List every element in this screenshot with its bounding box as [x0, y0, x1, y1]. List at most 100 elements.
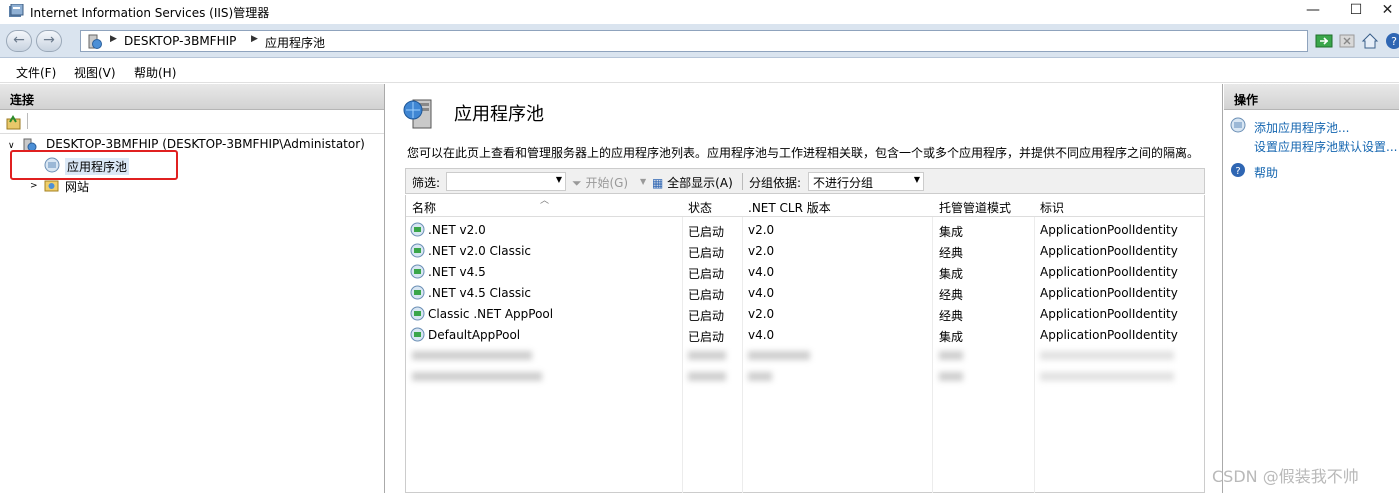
menu-help[interactable]: 帮助(H) [134, 64, 176, 81]
connect-icon[interactable] [6, 114, 22, 130]
column-header-identity[interactable]: 标识 [1040, 199, 1064, 216]
app-pool-icon [410, 327, 425, 342]
cell-status: 已启动 [688, 288, 725, 302]
table-row[interactable]: .NET v2.0 Classic 已启动 v2.0 经典 Applicatio… [406, 240, 1204, 261]
navigation-bar: ← → ▶ DESKTOP-3BMFHIP ▶ 应用程序池 ? [0, 24, 1399, 58]
app-pool-icon [410, 222, 425, 237]
table-row[interactable]: DefaultAppPool 已启动 v4.0 集成 ApplicationPo… [406, 324, 1204, 345]
cell-name: .NET v2.0 Classic [428, 244, 532, 258]
app-pool-icon [410, 306, 425, 321]
filter-toolbar: 筛选: ▼ ⏷ 开始(G) ▼ ▦ 全部显示(A) 分组依据: 不进行分组 ▼ [405, 168, 1205, 194]
app-pool-icon [410, 264, 425, 279]
menu-view[interactable]: 视图(V) [74, 64, 116, 81]
menu-file[interactable]: 文件(F) [16, 64, 56, 81]
column-header-pipeline[interactable]: 托管管道模式 [939, 199, 1011, 216]
cell-pipeline: 经典 [939, 309, 964, 323]
cell-clr: v2.0 [748, 244, 775, 258]
redacted-cell [1040, 372, 1174, 381]
app-pool-icon [410, 285, 425, 300]
cell-status: 已启动 [688, 225, 725, 239]
group-by-label: 分组依据: [749, 176, 802, 190]
help-link[interactable]: 帮助 [1254, 164, 1278, 181]
table-row-redacted[interactable] [406, 345, 1204, 366]
app-pools-header-icon [403, 99, 432, 129]
show-all-label: 全部显示(A) [667, 176, 733, 190]
home-icon[interactable] [1361, 32, 1379, 50]
column-header-status[interactable]: 状态 [688, 199, 712, 216]
group-by-value: 不进行分组 [813, 176, 874, 190]
dropdown-arrow-icon: ▼ [913, 175, 920, 184]
actions-header: 操作 [1224, 84, 1399, 110]
filter-input[interactable]: ▼ [446, 172, 566, 191]
dropdown-arrow-icon: ▼ [555, 175, 562, 184]
cell-status: 已启动 [688, 267, 725, 281]
sort-ascending-icon: ︿ [540, 196, 550, 206]
stop-icon[interactable] [1338, 32, 1356, 50]
cell-name: .NET v2.0 [428, 223, 486, 237]
cell-pipeline: 集成 [939, 267, 964, 281]
forward-arrow-icon: → [43, 32, 55, 48]
connections-pane: 连接 ∨ DESKTOP-3BMFHIP (DESKTOP-3BMFHIP\Ad… [0, 84, 385, 493]
cell-identity: ApplicationPoolIdentity [1040, 286, 1178, 300]
window-title: Internet Information Services (IIS)管理器 [30, 6, 270, 20]
tree-node-server[interactable]: ∨ DESKTOP-3BMFHIP (DESKTOP-3BMFHIP\Admin… [8, 137, 365, 152]
cell-identity: ApplicationPoolIdentity [1040, 244, 1178, 258]
redacted-cell [939, 372, 963, 381]
cell-name: .NET v4.5 [428, 265, 486, 279]
watermark: CSDN @假装我不帅 [1212, 467, 1359, 486]
maximize-button[interactable]: ☐ [1333, 0, 1379, 22]
svg-text:?: ? [1391, 35, 1397, 48]
cell-identity: ApplicationPoolIdentity [1040, 223, 1178, 237]
funnel-icon: ⏷ [572, 176, 582, 190]
breadcrumb-app-pools[interactable]: 应用程序池 [265, 34, 325, 51]
cell-clr: v4.0 [748, 286, 775, 300]
breadcrumb-separator-icon: ▶ [251, 34, 258, 44]
app-pools-table: 名称 ︿ 状态 .NET CLR 版本 托管管道模式 标识 .NET v2.0 … [405, 195, 1205, 493]
show-all-icon: ▦ [652, 176, 664, 190]
breadcrumb-separator-icon: ▶ [110, 34, 117, 44]
redacted-cell [412, 372, 542, 381]
table-row[interactable]: .NET v2.0 已启动 v2.0 集成 ApplicationPoolIde… [406, 219, 1204, 240]
close-button[interactable]: ✕ [1376, 0, 1399, 22]
start-filter-label: 开始(G) [585, 176, 629, 190]
cell-name: Classic .NET AppPool [428, 307, 554, 321]
connections-toolbar [0, 110, 384, 134]
start-dropdown-icon[interactable]: ▼ [640, 177, 646, 186]
cell-pipeline: 经典 [939, 246, 964, 260]
expand-chevron-icon[interactable]: > [30, 181, 38, 191]
redacted-cell [688, 372, 726, 381]
address-bar[interactable]: ▶ DESKTOP-3BMFHIP ▶ 应用程序池 [80, 30, 1308, 52]
show-all-button[interactable]: ▦ 全部显示(A) [652, 174, 733, 191]
back-button[interactable]: ← [6, 30, 32, 52]
cell-pipeline: 经典 [939, 288, 964, 302]
column-header-name[interactable]: 名称 [412, 199, 436, 216]
actions-pane: 操作 添加应用程序池... 设置应用程序池默认设置... ? 帮助 [1224, 84, 1399, 493]
page-description: 您可以在此页上查看和管理服务器上的应用程序池列表。应用程序池与工作进程相关联，包… [407, 146, 1200, 160]
help-icon[interactable]: ? [1385, 32, 1399, 50]
refresh-icon[interactable] [1315, 32, 1333, 50]
cell-identity: ApplicationPoolIdentity [1040, 307, 1178, 321]
table-row[interactable]: Classic .NET AppPool 已启动 v2.0 经典 Applica… [406, 303, 1204, 324]
minimize-button[interactable]: — [1290, 0, 1336, 22]
cell-name: .NET v4.5 Classic [428, 286, 532, 300]
sites-label: 网站 [65, 180, 90, 194]
forward-button[interactable]: → [36, 30, 62, 52]
server-label: DESKTOP-3BMFHIP (DESKTOP-3BMFHIP\Adminis… [46, 137, 365, 151]
svg-text:?: ? [1235, 166, 1240, 177]
group-by-select[interactable]: 不进行分组 ▼ [808, 172, 924, 191]
table-row[interactable]: .NET v4.5 已启动 v4.0 集成 ApplicationPoolIde… [406, 261, 1204, 282]
table-row-redacted[interactable] [406, 366, 1204, 387]
main-content: 应用程序池 您可以在此页上查看和管理服务器上的应用程序池列表。应用程序池与工作进… [386, 84, 1223, 493]
add-app-pool-link[interactable]: 添加应用程序池... [1254, 119, 1349, 136]
redacted-cell [688, 351, 726, 360]
title-bar: Internet Information Services (IIS)管理器 —… [0, 0, 1399, 24]
breadcrumb-server[interactable]: DESKTOP-3BMFHIP [124, 34, 236, 48]
start-filter-button[interactable]: ⏷ 开始(G) [572, 174, 628, 191]
set-defaults-link[interactable]: 设置应用程序池默认设置... [1254, 138, 1397, 155]
cell-status: 已启动 [688, 309, 725, 323]
column-header-clr[interactable]: .NET CLR 版本 [748, 199, 831, 216]
table-row[interactable]: .NET v4.5 Classic 已启动 v4.0 经典 Applicatio… [406, 282, 1204, 303]
redacted-cell [939, 351, 963, 360]
add-app-pool-icon [1230, 117, 1246, 133]
iis-app-icon [9, 4, 24, 17]
